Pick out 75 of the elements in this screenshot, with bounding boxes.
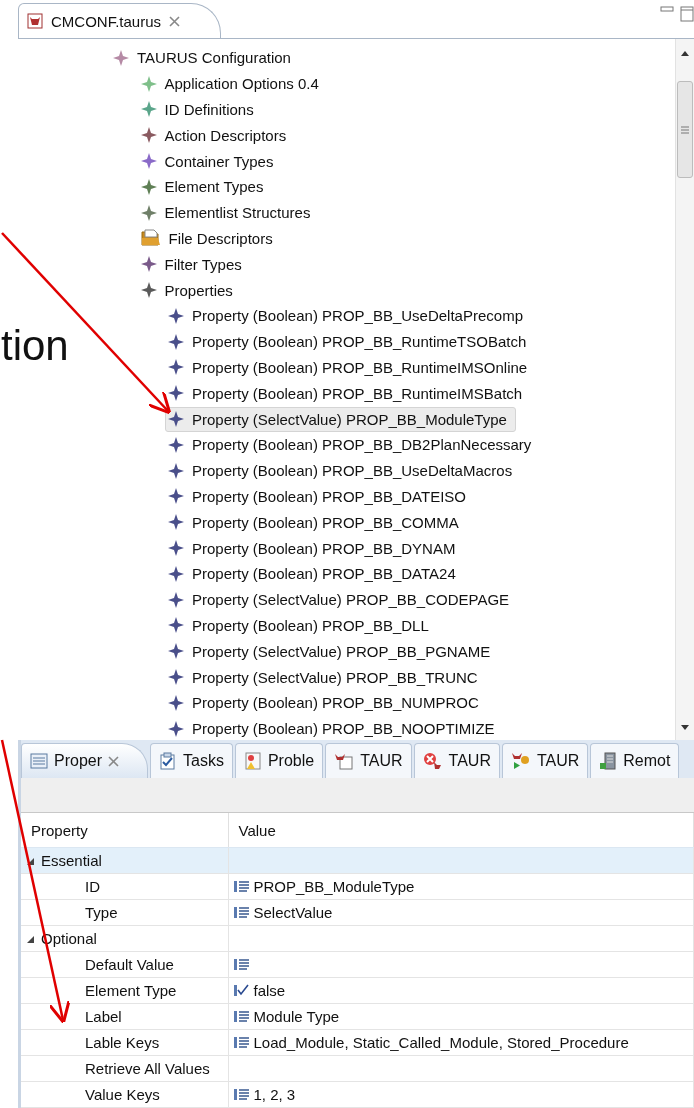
tree-item[interactable]: Property (Boolean) PROP_BB_UseDeltaPrecomp [165,303,532,329]
bull-file-icon [27,13,43,29]
tree-item[interactable]: Property (Boolean) PROP_BB_DB2PlanNecessary [165,432,541,458]
scrollbar-thumb[interactable] [677,81,693,178]
tree-item[interactable]: Property (SelectValue) PROP_BB_ModuleType [165,406,516,432]
warning-document-icon [243,752,262,771]
tree-item[interactable]: Element Types [137,174,273,200]
property-value: Module Type [253,1008,340,1025]
property-name: Label [84,1008,122,1025]
tree-item[interactable]: Property (Boolean) PROP_BB_NOOPTIMIZE [165,716,504,740]
error-icon [422,752,443,771]
tree-item[interactable]: TAURUS Configuration [110,45,300,71]
annotation-text: tion [1,322,69,370]
property-name: Retrieve All Values [84,1060,210,1077]
gear-icon [510,752,531,771]
tree-item[interactable]: Property (Boolean) PROP_BB_NUMPROC [165,690,488,716]
server-icon [599,752,618,771]
category-label: Essential [41,852,102,869]
clipboard-icon [159,752,178,771]
maximize-icon[interactable] [680,6,694,22]
tree-item[interactable]: Property (Boolean) PROP_BB_RuntimeTSOBatch [165,329,536,355]
property-name: Type [84,904,118,921]
checkmark-property-icon [232,984,250,997]
text-property-icon [232,958,250,971]
view-tab[interactable]: Remot [590,743,680,779]
tree-item[interactable]: Property (SelectValue) PROP_BB_PGNAME [165,638,500,664]
property-name: Lable Keys [84,1034,160,1051]
tree-item[interactable]: Property (Boolean) PROP_BB_RuntimeIMSBatch [165,380,532,406]
view-tab[interactable]: Proble [234,743,324,779]
tree-item[interactable]: Property (SelectValue) PROP_BB_TRUNC [165,664,487,690]
tree-item[interactable]: Properties [137,277,242,303]
view-tab[interactable]: Tasks [150,743,233,779]
tree-item[interactable]: Property (Boolean) PROP_BB_RuntimeIMSOnline [165,354,537,380]
tree-item[interactable]: Property (Boolean) PROP_BB_COMMA [165,509,468,535]
property-name: Default Value [84,956,174,973]
bull-document-icon [334,752,355,771]
tree-item[interactable]: Property (SelectValue) PROP_BB_CODEPAGE [165,587,519,613]
text-property-icon [232,1010,250,1023]
text-property-icon [232,906,250,919]
tree-item[interactable]: ID Definitions [137,97,263,122]
property-name: Element Type [84,982,177,999]
column-header[interactable]: Property [21,813,228,848]
tree-item[interactable]: Elementlist Structures [137,200,320,226]
property-value: SelectValue [253,904,333,921]
tree-item[interactable]: Action Descriptors [137,122,296,148]
tree-item[interactable]: Property (Boolean) PROP_BB_DATEISO [165,483,475,509]
text-property-icon [232,1036,250,1049]
tree-item[interactable]: Property (Boolean) PROP_BB_DYNAM [165,535,465,561]
scroll-down-icon[interactable] [680,724,690,732]
view-tab[interactable]: TAUR [325,743,412,779]
close-icon[interactable] [108,755,120,767]
close-icon[interactable] [169,15,181,27]
text-property-icon [232,880,250,893]
view-tab[interactable]: Proper [21,743,149,779]
property-value: PROP_BB_ModuleType [253,878,415,895]
tree-item[interactable]: Property (Boolean) PROP_BB_DLL [165,612,438,638]
tree-item[interactable]: Container Types [137,148,283,174]
column-header[interactable]: Value [228,813,694,848]
scrollbar[interactable] [675,39,694,740]
tree-item[interactable]: Application Options 0.4 [137,71,328,97]
scroll-up-icon[interactable] [680,49,690,57]
text-property-icon [232,1088,250,1101]
property-name: ID [84,878,100,895]
tree-item[interactable]: Filter Types [137,251,251,277]
property-value: false [253,982,286,999]
property-name: Value Keys [84,1086,160,1103]
property-value: 1, 2, 3 [253,1086,296,1103]
list-icon [30,753,48,770]
tree-item[interactable]: Property (Boolean) PROP_BB_DATA24 [165,561,465,587]
view-tab[interactable]: TAUR [501,743,589,779]
view-tab[interactable]: TAUR [413,743,500,779]
editor-tab[interactable]: CMCONF.taurus [18,3,222,38]
tree-item[interactable]: Property (Boolean) PROP_BB_UseDeltaMacros [165,458,522,484]
tree-item[interactable]: File Descriptors [137,225,282,251]
property-value: Load_Module, Static_Called_Module, Stored_Procedure [253,1034,629,1051]
